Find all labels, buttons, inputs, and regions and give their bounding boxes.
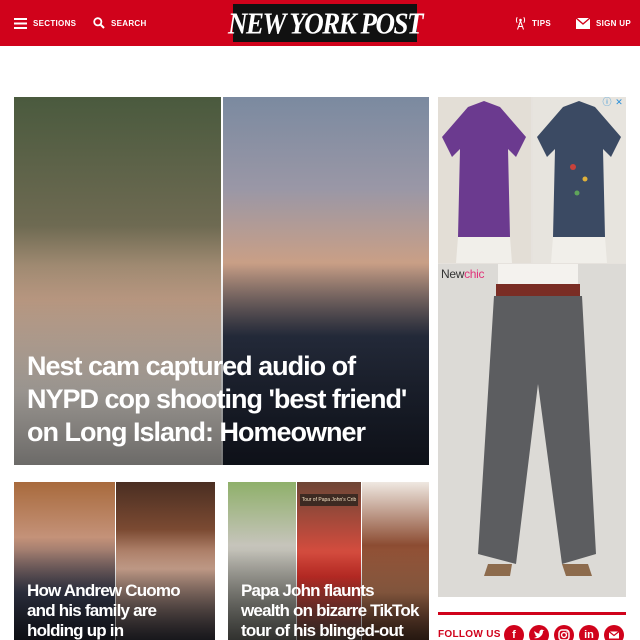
hero-story[interactable]: Nest cam captured audio of NYPD cop shoo… xyxy=(14,97,429,465)
envelope-icon xyxy=(576,17,590,29)
hero-headline[interactable]: Nest cam captured audio of NYPD cop shoo… xyxy=(27,350,417,449)
broadcast-tower-icon xyxy=(515,16,526,30)
menu-icon xyxy=(14,17,27,29)
story-headline[interactable]: Papa John flaunts wealth on bizarre TikT… xyxy=(241,581,421,640)
story-headline[interactable]: How Andrew Cuomo and his family are hold… xyxy=(27,581,207,640)
ad-image xyxy=(438,97,531,263)
photo-sign-text: Tour of Papa John's Crib xyxy=(300,494,358,506)
ad-brand-logo: Newchic xyxy=(441,267,485,281)
ad-image xyxy=(438,264,626,597)
navy-blouse-image xyxy=(533,97,626,263)
tips-label: TIPS xyxy=(532,18,551,28)
close-icon[interactable]: ✕ xyxy=(614,98,624,108)
advertisement[interactable]: ⓘ ✕ Newchic xyxy=(438,97,626,597)
ad-image xyxy=(533,97,626,263)
site-header: SECTIONS SEARCH NEW YORK POST TIPS SIGN … xyxy=(0,0,640,46)
signup-button[interactable]: SIGN UP xyxy=(576,0,631,46)
facebook-icon[interactable]: f xyxy=(504,625,524,640)
linkedin-icon[interactable]: in xyxy=(579,625,599,640)
ad-brand-prefix: New xyxy=(441,267,465,281)
search-button[interactable]: SEARCH xyxy=(93,0,147,46)
signup-label: SIGN UP xyxy=(596,18,631,28)
instagram-icon[interactable] xyxy=(554,625,574,640)
follow-us-bar: FOLLOW US f in xyxy=(438,612,626,640)
ad-brand-suffix: chic xyxy=(464,267,485,281)
site-logo[interactable]: NEW YORK POST xyxy=(228,4,424,42)
story-card[interactable]: How Andrew Cuomo and his family are hold… xyxy=(14,482,215,640)
twitter-icon[interactable] xyxy=(529,625,549,640)
search-label: SEARCH xyxy=(111,18,147,28)
follow-us-label: FOLLOW US xyxy=(438,629,501,640)
story-card[interactable]: Tour of Papa John's Crib Papa John flaun… xyxy=(228,482,429,640)
sections-button[interactable]: SECTIONS xyxy=(14,0,76,46)
search-icon xyxy=(93,17,105,29)
email-icon[interactable] xyxy=(604,625,624,640)
info-icon[interactable]: ⓘ xyxy=(602,98,612,108)
grey-pants-image xyxy=(438,264,626,597)
logo-text: NEW YORK POST xyxy=(227,5,424,40)
purple-blouse-image xyxy=(438,97,531,263)
sections-label: SECTIONS xyxy=(33,18,77,28)
tips-button[interactable]: TIPS xyxy=(515,0,551,46)
